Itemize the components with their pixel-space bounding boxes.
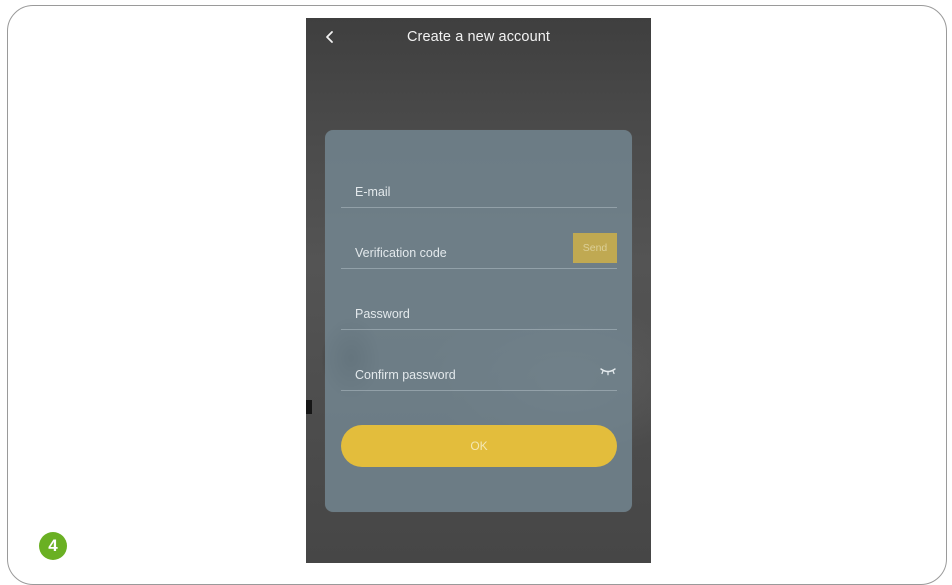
background-mark [306,400,312,414]
confirm-password-field[interactable] [355,368,555,382]
ok-button[interactable]: OK [341,425,617,467]
verification-code-field[interactable] [355,246,555,260]
password-row [341,289,617,330]
send-code-button[interactable]: Send [573,233,617,263]
password-field[interactable] [355,307,555,321]
phone-screen: Create a new account Send OK [306,18,651,563]
nav-bar: Create a new account [306,18,651,58]
signup-card: Send OK [325,130,632,512]
confirm-password-row [341,350,617,391]
eye-closed-icon[interactable] [599,366,617,376]
email-field[interactable] [355,185,555,199]
step-badge: 4 [39,532,67,560]
email-field-row [341,167,617,208]
verification-code-row: Send [341,228,617,269]
page-title: Create a new account [406,29,551,45]
